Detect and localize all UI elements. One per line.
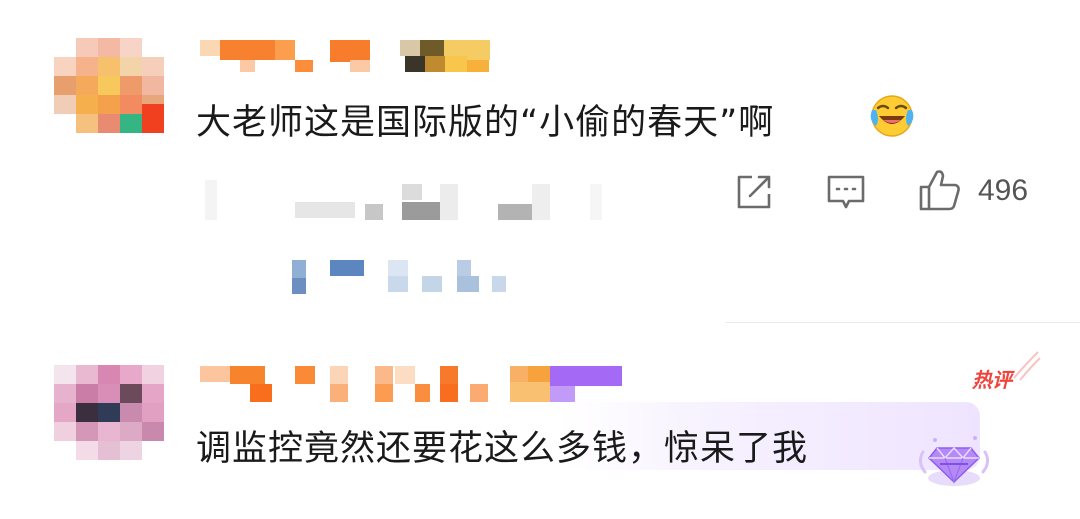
comment-icon[interactable]: [826, 173, 866, 217]
avatar[interactable]: [54, 38, 164, 133]
hot-comment-badge: 热评: [972, 368, 1012, 392]
avatar[interactable]: [54, 365, 164, 460]
comment-text: 调监控竟然还要花这么多钱，惊呆了我: [196, 429, 809, 469]
username-mosaic[interactable]: [200, 364, 630, 404]
comment-text: 大老师这是国际版的“小偷的春天”啊: [196, 103, 775, 143]
thumbs-up-icon[interactable]: [918, 168, 962, 216]
diamond-gem-icon: [915, 432, 993, 498]
laugh-cry-emoji: [870, 94, 914, 138]
username-mosaic[interactable]: [200, 36, 520, 76]
share-icon[interactable]: [735, 173, 773, 215]
like-count: 496: [978, 174, 1029, 207]
blurred-link[interactable]: [292, 256, 517, 296]
blurred-content: [150, 170, 610, 250]
divider: [725, 322, 1080, 323]
hot-badge-decoration-icon: [1010, 350, 1042, 386]
